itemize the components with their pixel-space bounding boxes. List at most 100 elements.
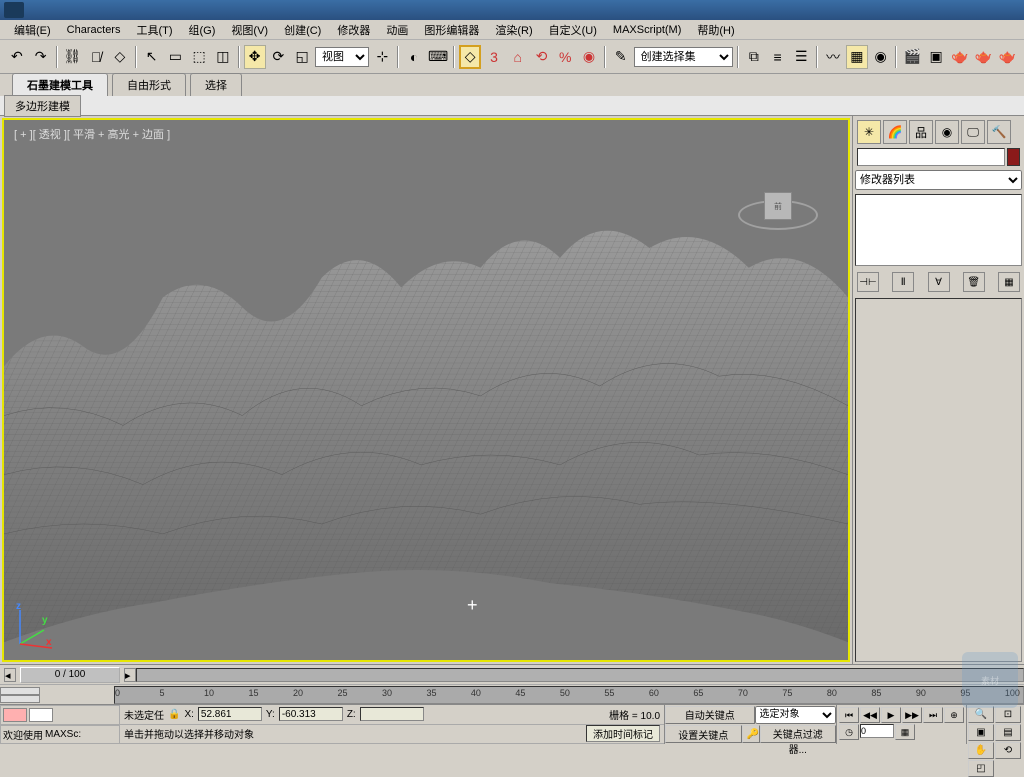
rotate-button[interactable]: ⟳ (268, 45, 290, 69)
z-coord-input[interactable] (360, 707, 424, 721)
modify-panel-icon[interactable]: 🌈 (883, 120, 907, 144)
viewcube-face[interactable]: 前 (764, 192, 792, 220)
timeline-ruler[interactable]: 0510152025303540455055606570758085909510… (114, 686, 1024, 704)
modifier-stack[interactable] (855, 194, 1022, 266)
material-editor-button[interactable]: ◉ (870, 45, 892, 69)
select-window-button[interactable]: ⬚ (188, 45, 210, 69)
viewport-perspective[interactable]: [ + ][ 透视 ][ 平滑 + 高光 + 边面 ] 前 (2, 118, 850, 662)
remove-modifier-button[interactable]: 🗑 (963, 272, 985, 292)
time-config-button[interactable]: ◷ (839, 724, 859, 740)
viewcube[interactable]: 前 (738, 160, 818, 240)
time-slider-fwd-button[interactable]: ▸ (124, 668, 136, 682)
key-icon-button[interactable]: 🔑 (742, 725, 760, 743)
configure-sets-button[interactable]: ▦ (998, 272, 1020, 292)
bind-button[interactable]: ◇ (109, 45, 131, 69)
time-track[interactable] (136, 668, 1024, 682)
menu-characters[interactable]: Characters (59, 22, 129, 38)
select-rect-button[interactable]: ▭ (165, 45, 187, 69)
zoom-button[interactable]: 🔍 (968, 706, 994, 723)
object-name-input[interactable] (857, 148, 1005, 166)
viewport-label[interactable]: [ + ][ 透视 ][ 平滑 + 高光 + 边面 ] (14, 126, 170, 142)
menu-group[interactable]: 组(G) (181, 20, 224, 40)
motion-panel-icon[interactable]: ◉ (935, 120, 959, 144)
render-button[interactable]: 🫖 (949, 45, 971, 69)
modifier-list-dropdown[interactable]: 修改器列表 (855, 170, 1022, 190)
menu-customize[interactable]: 自定义(U) (541, 20, 605, 40)
menu-grapheditor[interactable]: 图形编辑器 (416, 20, 487, 40)
render-frame-button[interactable]: ▣ (925, 45, 947, 69)
scale-button[interactable]: ◱ (291, 45, 313, 69)
time-slider-back-button[interactable]: ◂ (4, 668, 16, 682)
quick-render-button[interactable]: 🫖 (973, 45, 995, 69)
maximize-viewport-button[interactable]: ◰ (968, 760, 994, 777)
current-frame-input[interactable] (860, 724, 894, 738)
display-panel-icon[interactable]: 🖵 (961, 120, 985, 144)
link-button[interactable]: ⛓ (62, 45, 84, 69)
create-panel-icon[interactable]: ✳ (857, 120, 881, 144)
frame-spinner-button[interactable]: ▦ (895, 724, 915, 740)
menu-create[interactable]: 创建(C) (276, 20, 329, 40)
redo-button[interactable]: ↷ (30, 45, 52, 69)
tab-freeform[interactable]: 自由形式 (112, 73, 186, 96)
x-coord-input[interactable] (198, 707, 262, 721)
lock-icon[interactable]: 🔒 (168, 709, 180, 720)
select-crossing-button[interactable]: ◫ (212, 45, 234, 69)
menu-animation[interactable]: 动画 (378, 20, 416, 40)
subtab-polymodel[interactable]: 多边形建模 (4, 95, 81, 117)
menu-help[interactable]: 帮助(H) (689, 20, 742, 40)
play-button[interactable]: ▶ (881, 707, 901, 723)
menu-tools[interactable]: 工具(T) (128, 20, 180, 40)
script-listener-mini-icon[interactable] (3, 708, 27, 722)
render-preset-button[interactable]: 🫖 (996, 45, 1018, 69)
keyboard-shortcut-button[interactable]: ⌨ (427, 45, 449, 69)
tab-select[interactable]: 选择 (190, 73, 242, 96)
menu-view[interactable]: 视图(V) (223, 20, 276, 40)
menu-maxscript[interactable]: MAXScript(M) (605, 22, 689, 38)
script-output-mini-icon[interactable] (29, 708, 53, 722)
snap-toggle-button[interactable]: ◇ (459, 45, 481, 69)
trackbar-toggle[interactable] (0, 687, 40, 703)
autokey-button[interactable]: 自动关键点 (665, 706, 755, 724)
time-slider[interactable]: 0 / 100 (20, 667, 120, 683)
goto-start-button[interactable]: ⏮ (839, 707, 859, 723)
select-manipulate-button[interactable]: ◐ (403, 45, 425, 69)
angle-snap-button[interactable]: 3 (483, 45, 505, 69)
make-unique-button[interactable]: ∀ (928, 272, 950, 292)
rollout-area[interactable] (855, 298, 1022, 662)
setkey-button[interactable]: 设置关键点 (665, 725, 742, 743)
fov-button[interactable]: ▤ (995, 724, 1021, 741)
tab-graphite[interactable]: 石墨建模工具 (12, 73, 108, 96)
align-button[interactable]: ≡ (767, 45, 789, 69)
goto-end-button[interactable]: ⏭ (923, 707, 943, 723)
select-cursor-button[interactable]: ↖ (141, 45, 163, 69)
next-frame-button[interactable]: ▶▶ (902, 707, 922, 723)
render-setup-button[interactable]: 🎬 (901, 45, 923, 69)
keymode-toggle-button[interactable]: ⊕ (944, 707, 964, 723)
spinner-button[interactable]: ◉ (578, 45, 600, 69)
show-end-result-button[interactable]: Ⅱ (892, 272, 914, 292)
add-time-marker-button[interactable]: 添加时间标记 (586, 725, 660, 742)
prev-frame-button[interactable]: ◀◀ (860, 707, 880, 723)
named-selection-dropdown[interactable]: 创建选择集 (634, 47, 733, 67)
hierarchy-panel-icon[interactable]: 品 (909, 120, 933, 144)
zoom-all-button[interactable]: ⊡ (995, 706, 1021, 723)
refcoord-dropdown[interactable]: 视图 (315, 47, 369, 67)
pan-button[interactable]: ✋ (968, 742, 994, 759)
keymode-dropdown[interactable]: 选定对象 (755, 706, 837, 724)
percent-snap-button[interactable]: ⌂ (507, 45, 529, 69)
menu-modifiers[interactable]: 修改器 (329, 20, 378, 40)
undo-button[interactable]: ↶ (6, 45, 28, 69)
zoom-extents-button[interactable]: ▣ (968, 724, 994, 741)
mirror-button[interactable]: ⧉ (743, 45, 765, 69)
named-selection-edit-button[interactable]: ✎ (610, 45, 632, 69)
unlink-button[interactable]: ⛓̸ (85, 45, 107, 69)
spinner-snap-button[interactable]: ⟲ (531, 45, 553, 69)
keyfilter-button[interactable]: 关键点过滤器... (760, 725, 837, 743)
object-color-swatch[interactable] (1007, 148, 1020, 166)
orbit-button[interactable]: ⟲ (995, 742, 1021, 759)
menu-render[interactable]: 渲染(R) (487, 20, 540, 40)
pin-stack-button[interactable]: ⊣⊢ (857, 272, 879, 292)
percent-button[interactable]: % (554, 45, 576, 69)
schematic-view-button[interactable]: ▦ (846, 45, 868, 69)
layers-button[interactable]: ☰ (790, 45, 812, 69)
